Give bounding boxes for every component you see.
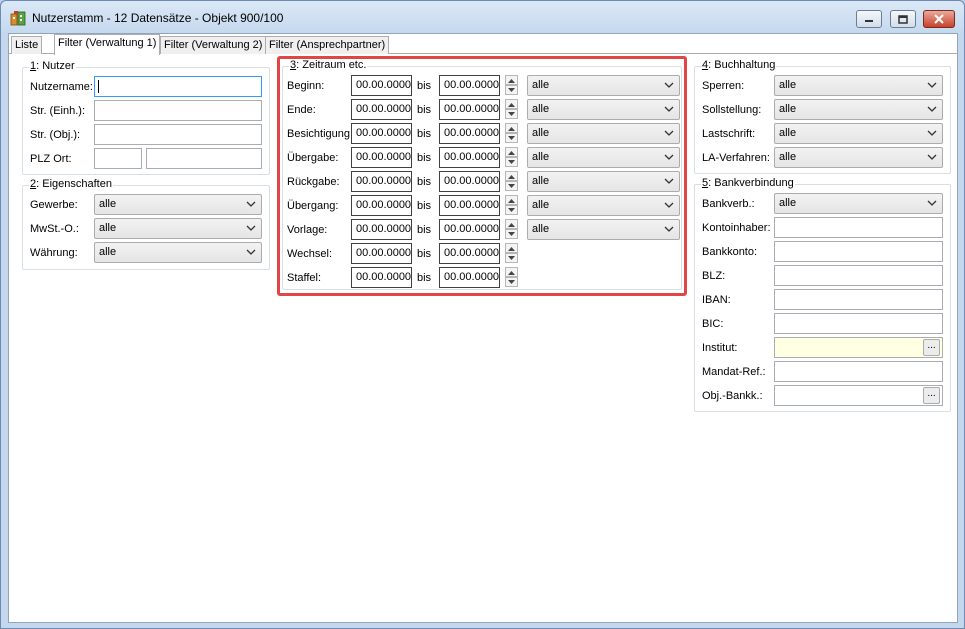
label-kontoinhaber: Kontoinhaber: [702,222,771,234]
group-eigenschaften: 2: Eigenschaften Gewerbe: alle MwSt.-O.:… [22,178,270,270]
title-bar[interactable]: Nutzerstamm - 12 Datensätze - Objekt 900… [1,1,964,33]
label-str-einh: Str. (Einh.): [30,105,86,117]
sperren-select[interactable]: alle [774,75,943,96]
label-bic: BIC: [702,318,724,330]
chevron-down-icon [246,249,256,255]
group-bankverbindung-title: 5: Bankverbindung [701,177,795,189]
chevron-down-icon [927,82,937,88]
label-sollstellung: Sollstellung: [702,104,762,116]
nutzername-input[interactable] [94,76,262,97]
chevron-down-icon [927,130,937,136]
close-button[interactable] [923,10,955,28]
group-nutzer-title: 1: Nutzer [29,60,76,72]
label-waehrung: Währung: [30,247,78,259]
group-buchhaltung: 4: Buchhaltung Sperren: alle Sollstellun… [694,59,951,174]
app-window: Nutzerstamm - 12 Datensätze - Objekt 900… [0,0,965,629]
chevron-down-icon [927,200,937,206]
blz-input[interactable] [774,265,943,286]
highlight-frame [277,56,687,296]
mandat-ref-input[interactable] [774,361,943,382]
chevron-down-icon [246,225,256,231]
label-lastschrift: Lastschrift: [702,128,756,140]
close-icon [934,14,944,24]
sollstellung-select[interactable]: alle [774,99,943,120]
la-verfahren-select[interactable]: alle [774,147,943,168]
ort-input[interactable] [146,148,262,169]
obj-bankk-input[interactable] [774,385,943,406]
app-icon [10,11,26,26]
institut-lookup-button[interactable]: ... [923,339,940,356]
chevron-down-icon [927,106,937,112]
label-blz: BLZ: [702,270,726,282]
obj-bankk-lookup-button[interactable]: ... [923,387,940,404]
label-obj-bankk: Obj.-Bankk.: [702,390,763,402]
label-mandat-ref: Mandat-Ref.: [702,366,766,378]
label-bankverb: Bankverb.: [702,198,755,210]
group-buchhaltung-title: 4: Buchhaltung [701,59,777,71]
gewerbe-select[interactable]: alle [94,194,262,215]
label-mwst: MwSt.-O.: [30,223,79,235]
label-la-verfahren: LA-Verfahren: [702,152,770,164]
str-obj-input[interactable] [94,124,262,145]
label-institut: Institut: [702,342,738,354]
tab-bar: Liste Filter (Verwaltung 1) Filter (Verw… [9,34,957,55]
tab-filter-verwaltung-2[interactable]: Filter (Verwaltung 2) [160,36,267,54]
group-nutzer: 1: Nutzer Nutzername: Str. (Einh.): Str.… [22,60,270,175]
label-sperren: Sperren: [702,80,745,92]
institut-input[interactable] [774,337,943,358]
bic-input[interactable] [774,313,943,334]
plz-input[interactable] [94,148,142,169]
waehrung-select[interactable]: alle [94,242,262,263]
window-title: Nutzerstamm - 12 Datensätze - Objekt 900… [32,11,284,25]
label-gewerbe: Gewerbe: [30,199,78,211]
chevron-down-icon [246,201,256,207]
text-caret [98,79,99,93]
kontoinhaber-input[interactable] [774,217,943,238]
tab-filter-ansprechpartner[interactable]: Filter (Ansprechpartner) [265,36,390,54]
chevron-down-icon [927,154,937,160]
lastschrift-select[interactable]: alle [774,123,943,144]
bankverb-select[interactable]: alle [774,193,943,214]
label-bankkonto: Bankkonto: [702,246,758,258]
group-bankverbindung: 5: Bankverbindung Bankverb.: alle Kontoi… [694,177,951,412]
restore-icon [898,14,908,24]
label-iban: IBAN: [702,294,731,306]
minimize-button[interactable] [856,10,882,28]
label-str-obj: Str. (Obj.): [30,129,81,141]
tab-liste[interactable]: Liste [11,36,43,54]
bankkonto-input[interactable] [774,241,943,262]
iban-input[interactable] [774,289,943,310]
minimize-icon [865,20,873,22]
label-nutzername: Nutzername: [30,81,93,93]
label-plz-ort: PLZ Ort: [30,153,72,165]
str-einh-input[interactable] [94,100,262,121]
client-area: Liste Filter (Verwaltung 1) Filter (Verw… [8,33,958,623]
mwst-select[interactable]: alle [94,218,262,239]
tab-filter-verwaltung-1[interactable]: Filter (Verwaltung 1) [54,34,161,55]
maximize-button[interactable] [890,10,916,28]
group-eigenschaften-title: 2: Eigenschaften [29,178,113,190]
